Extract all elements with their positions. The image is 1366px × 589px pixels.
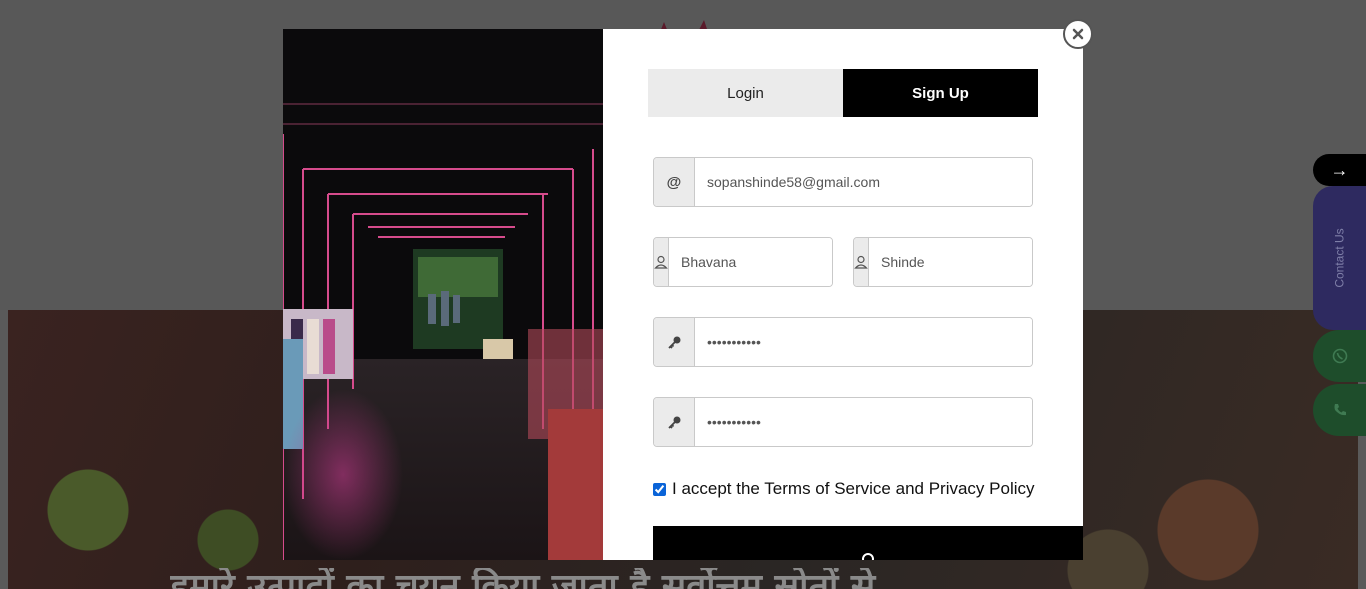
key-icon <box>654 398 695 446</box>
confirm-password-field-group <box>653 397 1033 447</box>
at-icon: @ <box>654 158 695 206</box>
whatsapp-button[interactable] <box>1313 330 1366 382</box>
user-icon <box>654 238 669 286</box>
user-icon <box>862 553 874 560</box>
side-toggle-arrow[interactable]: → <box>1313 154 1366 186</box>
hero-heading: हमारे उत्पादों का चयन किया जाता है सर्वो… <box>170 568 876 589</box>
whatsapp-icon <box>1332 348 1347 364</box>
signup-modal: Login Sign Up @ I accept the Terms of Se… <box>283 29 1083 560</box>
auth-tabs: Login Sign Up <box>648 69 1038 117</box>
tab-sign-up[interactable]: Sign Up <box>843 69 1038 117</box>
email-input[interactable] <box>695 158 1032 206</box>
confirm-password-input[interactable] <box>695 398 1032 446</box>
store-interior-image <box>283 29 603 560</box>
terms-checkbox[interactable] <box>653 482 666 496</box>
close-modal-button[interactable] <box>1063 19 1093 49</box>
terms-checkbox-row[interactable]: I accept the Terms of Service and Privac… <box>653 479 1035 499</box>
email-field-group: @ <box>653 157 1033 207</box>
phone-button[interactable] <box>1313 384 1366 436</box>
key-icon <box>654 318 695 366</box>
sign-up-submit-button[interactable] <box>653 526 1083 560</box>
contact-us-label: Contact Us <box>1332 228 1347 288</box>
tab-login[interactable]: Login <box>648 69 843 117</box>
contact-us-tab[interactable]: Contact Us <box>1313 186 1366 330</box>
last-name-field-group <box>853 237 1033 287</box>
last-name-input[interactable] <box>869 238 1032 286</box>
first-name-field-group <box>653 237 833 287</box>
phone-icon <box>1334 404 1346 416</box>
first-name-input[interactable] <box>669 238 832 286</box>
user-icon <box>854 238 869 286</box>
password-field-group <box>653 317 1033 367</box>
password-input[interactable] <box>695 318 1032 366</box>
close-icon <box>1072 28 1084 40</box>
terms-label: I accept the Terms of Service and Privac… <box>672 479 1035 498</box>
